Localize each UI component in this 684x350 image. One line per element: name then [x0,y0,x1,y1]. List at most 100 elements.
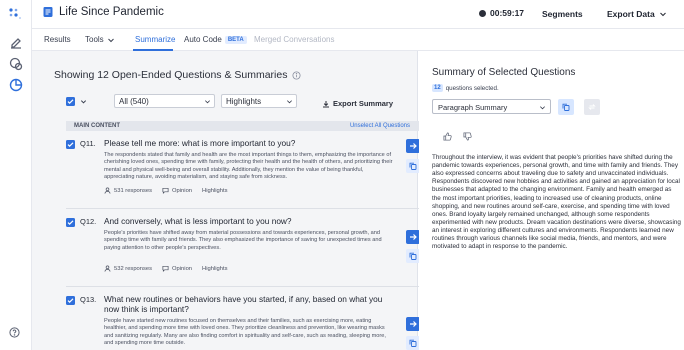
chevron-down-icon [659,12,666,17]
regenerate-button[interactable] [584,99,600,115]
questions-heading-text: Showing 12 Open-Ended Questions & Summar… [54,69,288,81]
tab-results[interactable]: Results [44,35,71,44]
copy-summary-button[interactable] [406,336,420,350]
export-summary-button[interactable]: Export Summary [322,99,393,108]
responses-count: 531 responses [104,187,152,194]
question-number: Q12. [80,217,97,226]
tab-tools[interactable]: Tools [85,35,115,44]
responses-text: 531 responses [114,187,153,194]
tab-label: Merged Conversations [254,35,335,44]
question-type: Opinion [162,187,192,194]
project-title: Life Since Pandemic [59,6,164,18]
question-meta: 531 responses Opinion Highlights [104,187,227,194]
question-checkbox[interactable] [66,218,75,227]
select-all-checkbox[interactable] [66,97,75,106]
question-checkbox[interactable] [66,296,75,305]
comment-icon [162,265,169,272]
tab-label: Auto Code [184,35,222,44]
tab-summarize[interactable]: Summarize [135,35,175,44]
pie-chart-icon[interactable] [8,77,24,93]
open-question-button[interactable] [406,317,420,331]
user-icon [104,187,111,194]
chat-icon[interactable] [8,56,24,72]
tab-label: Results [44,35,71,44]
beta-badge: BETA [224,35,247,44]
copy-summary-button[interactable] [406,249,420,263]
question-number: Q13. [80,295,97,304]
chevron-down-icon [205,100,210,104]
respondent-filter-value: All (540) [119,97,149,106]
info-icon[interactable] [292,70,301,80]
question-view: Highlights [202,265,228,272]
chevron-down-icon[interactable] [80,98,87,105]
document-icon [43,7,53,17]
questions-heading: Showing 12 Open-Ended Questions & Summar… [54,69,301,81]
arrow-right-icon [410,143,417,149]
question-summary: People's priorities have shifted away fr… [104,230,382,251]
left-nav-rail [0,0,32,350]
open-question-button[interactable] [406,139,420,153]
responses-text: 532 responses [114,265,153,272]
question-checkbox[interactable] [66,140,75,149]
copy-summary-button[interactable] [558,99,574,115]
edit-icon[interactable] [8,35,24,51]
segments-button[interactable]: Segments [542,9,583,19]
question-card: Q11. Please tell me more: what is more i… [66,138,422,201]
help-icon[interactable] [9,327,20,338]
chevron-down-icon [107,38,114,42]
responses-count: 532 responses [104,265,152,272]
question-card: Q12. And conversely, what is less import… [66,216,422,279]
download-icon [323,100,329,107]
tab-auto-code[interactable]: Auto Code BETA [184,35,247,44]
copy-icon [409,162,417,170]
view-filter-value: Highlights [226,97,262,106]
refresh-icon [588,104,596,110]
view-filter-select[interactable]: Highlights [221,94,297,108]
question-type: Opinion [162,265,192,272]
question-title: And conversely, what is less important t… [104,216,292,226]
selected-count: 12 questions selected. [432,84,499,92]
main-content-label: MAIN CONTENT [74,123,120,129]
timer-value: 00:59:17 [490,8,525,18]
selected-count-badge: 12 [432,84,443,92]
respondent-filter-select[interactable]: All (540) [114,94,215,108]
chevron-down-icon [540,106,545,110]
export-data-label: Export Data [607,9,655,19]
open-question-button[interactable] [406,230,420,244]
questions-panel: Showing 12 Open-Ended Questions & Summar… [32,51,422,350]
question-type-text: Opinion [172,187,193,194]
question-type-text: Opinion [172,265,193,272]
arrow-right-icon [410,321,417,327]
thumbs-down-icon[interactable] [463,132,472,141]
summary-type-select[interactable]: Paragraph Summary [432,99,551,114]
tab-label: Tools [85,35,104,44]
question-meta: 532 responses Opinion Highlights [104,265,227,272]
session-timer: 00:59:17 [479,8,524,18]
unselect-all-link[interactable]: Unselect All Questions [350,123,410,129]
copy-icon [409,339,417,347]
export-summary-label: Export Summary [333,99,394,108]
tab-merged-conversations: Merged Conversations [254,35,334,44]
thumbs-up-icon[interactable] [443,132,452,141]
question-card: Q13. What new routines or behaviors have… [66,295,422,350]
summary-text: Throughout the interview, it was evident… [432,154,681,251]
question-title: What new routines or behaviors have you … [104,295,383,314]
divider [66,286,422,287]
question-summary: The respondents stated that family and h… [104,152,393,181]
timer-icon [479,9,486,17]
top-bar: Life Since Pandemic 00:59:17 Segments Ex… [32,0,684,29]
question-view: Highlights [202,187,228,194]
copy-icon [409,252,417,260]
export-data-button[interactable]: Export Data [607,9,667,19]
arrow-right-icon [410,234,417,240]
chevron-down-icon [287,100,292,104]
divider [66,208,422,209]
copy-summary-button[interactable] [406,159,420,173]
question-number: Q11. [80,139,96,148]
summary-panel: Summary of Selected Questions 12 questio… [419,51,684,350]
tab-bar: Results Tools Summarize Auto Code BETA M… [32,29,684,51]
question-title: Please tell me more: what is more import… [104,138,296,148]
question-summary: People have started new routines focused… [104,318,386,347]
copy-icon [562,103,570,111]
user-icon [104,265,111,272]
